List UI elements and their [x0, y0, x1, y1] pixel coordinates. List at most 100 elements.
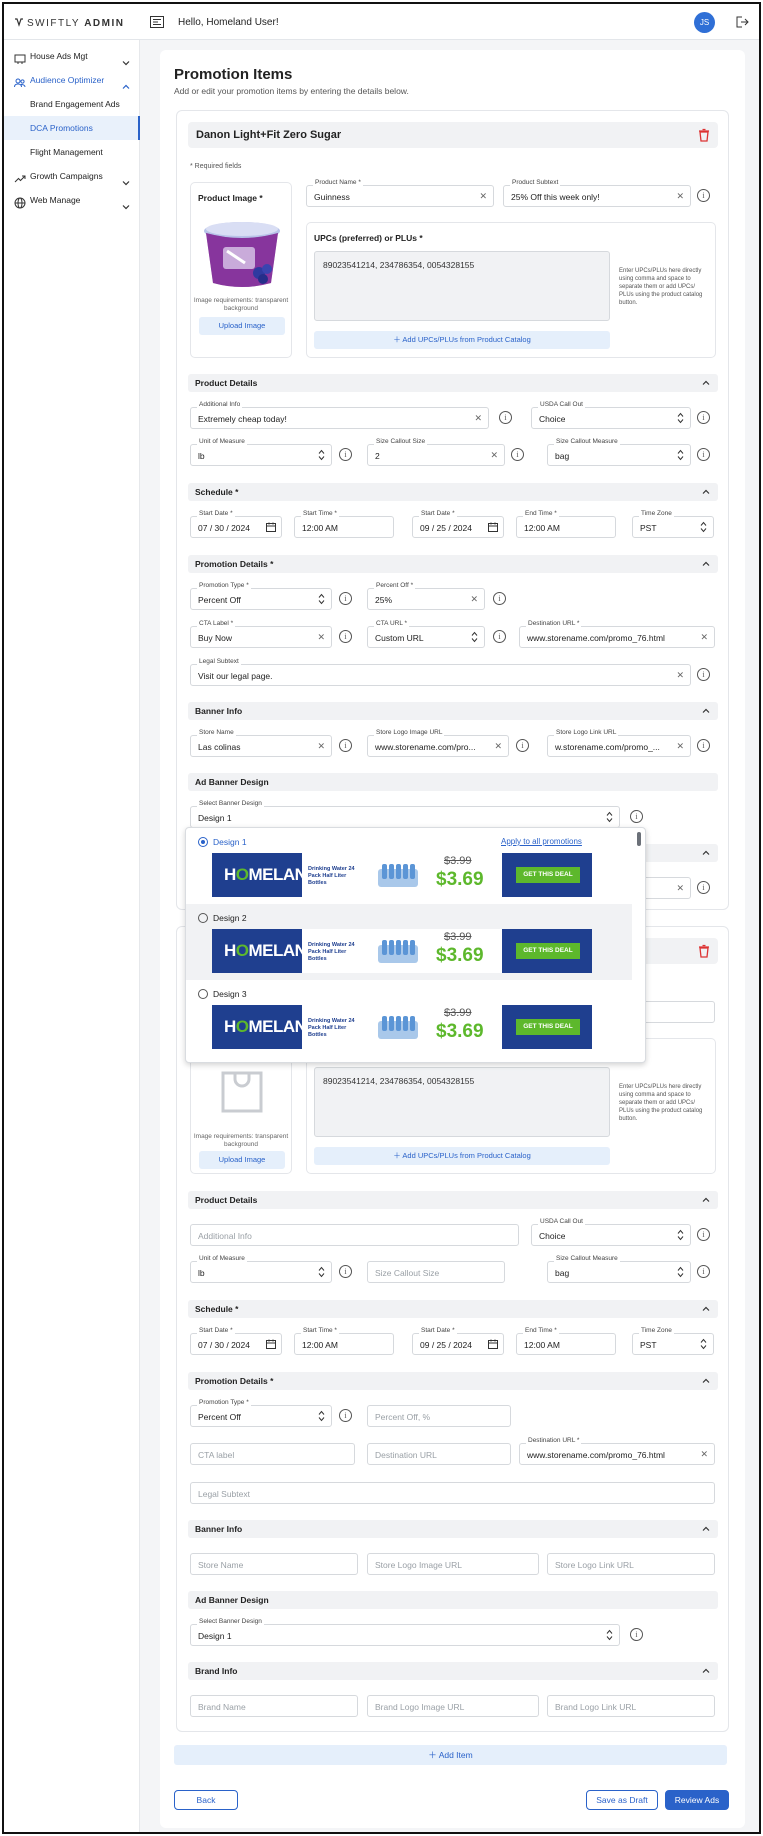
info-icon[interactable]: i [339, 448, 352, 461]
logout-icon[interactable] [736, 16, 749, 28]
select-banner-design[interactable]: Select Banner Design Design 1 [190, 800, 620, 828]
design-option-1[interactable]: Design 1 Apply to all promotions HOMELAN… [186, 828, 632, 904]
legal-subtext-field-2[interactable]: Legal Subtext [190, 1482, 715, 1504]
upcs-textarea-2[interactable]: 89023541214, 234786354, 0054328155 [314, 1067, 610, 1137]
calendar-icon[interactable] [266, 522, 276, 532]
calendar-icon[interactable] [488, 1339, 498, 1349]
sidebar-item-web-manage[interactable]: Web Manage [4, 188, 140, 212]
clear-icon[interactable]: ✕ [479, 191, 487, 202]
clear-icon[interactable]: ✕ [676, 883, 684, 894]
save-draft-button[interactable]: Save as Draft [586, 1790, 658, 1810]
info-icon[interactable]: i [339, 1409, 352, 1422]
info-icon[interactable]: i [697, 1265, 710, 1278]
clear-icon[interactable]: ✕ [700, 632, 708, 643]
time-zone-select-2[interactable]: Time Zone PST [632, 1327, 714, 1355]
clear-icon[interactable]: ✕ [474, 413, 482, 424]
end-date-field[interactable]: Start Date * 09 / 25 / 2024 [412, 510, 504, 538]
product-details-header[interactable]: Product Details [188, 374, 718, 392]
calendar-icon[interactable] [266, 1339, 276, 1349]
store-logo-link-field[interactable]: Store Logo Link URL w.storename.com/prom… [547, 729, 691, 757]
sidebar-subitem-dca-promotions[interactable]: DCA Promotions [4, 116, 140, 140]
cta-label-field[interactable]: CTA Label * Buy Now ✕ [190, 620, 332, 648]
info-icon[interactable]: i [339, 739, 352, 752]
usda-callout-select[interactable]: USDA Call Out Choice [531, 401, 691, 429]
clear-icon[interactable]: ✕ [676, 670, 684, 681]
info-icon[interactable]: i [630, 1628, 643, 1641]
additional-info-field[interactable]: Additional Info Extremely cheap today! ✕ [190, 401, 489, 429]
trash-icon[interactable] [698, 944, 710, 958]
unit-of-measure-select[interactable]: Unit of Measure lb [190, 438, 332, 466]
destination-url-field[interactable]: Destination URL * www.storename.com/prom… [519, 620, 715, 648]
info-icon[interactable]: i [697, 189, 710, 202]
sidebar-item-audience-optimizer[interactable]: Audience Optimizer [4, 68, 140, 92]
cta-label-field-2[interactable]: CTA label [190, 1443, 355, 1465]
brand-logo-url-field-2[interactable]: Brand Logo Image URL [367, 1695, 539, 1717]
info-icon[interactable]: i [493, 592, 506, 605]
radio-unselected[interactable] [198, 913, 208, 923]
avatar[interactable]: JS [694, 12, 715, 33]
percent-off-field[interactable]: Percent Off * 25% ✕ [367, 582, 485, 610]
store-logo-url-field[interactable]: Store Logo Image URL www.storename.com/p… [367, 729, 509, 757]
product-subtext-field[interactable]: Product Subtext 25% Off this week only! … [503, 179, 691, 207]
radio-unselected[interactable] [198, 989, 208, 999]
clear-icon[interactable]: ✕ [700, 1449, 708, 1460]
sidebar-item-house-ads[interactable]: House Ads Mgt [4, 44, 140, 68]
info-icon[interactable]: i [499, 411, 512, 424]
info-icon[interactable]: i [697, 448, 710, 461]
info-icon[interactable]: i [339, 630, 352, 643]
clear-icon[interactable]: ✕ [317, 741, 325, 752]
start-time-field-2[interactable]: Start Time * 12:00 AM [294, 1327, 394, 1355]
add-upcs-button[interactable]: ＋ Add UPCs/PLUs from Product Catalog [314, 331, 610, 349]
info-icon[interactable]: i [697, 739, 710, 752]
cta-url-select[interactable]: CTA URL * Custom URL [367, 620, 485, 648]
size-callout-measure-select[interactable]: Size Callout Measure bag [547, 438, 691, 466]
upcs-textarea[interactable]: 89023541214, 234786354, 0054328155 [314, 251, 610, 321]
additional-info-field-2[interactable]: Additional Info [190, 1224, 519, 1246]
clear-icon[interactable]: ✕ [490, 450, 498, 461]
store-logo-url-field-2[interactable]: Store Logo Image URL [367, 1553, 539, 1575]
info-icon[interactable]: i [697, 411, 710, 424]
promotion-type-select-2[interactable]: Promotion Type * Percent Off [190, 1399, 332, 1427]
design-option-3[interactable]: Design 3 HOMELAND Drinking Water 24 Pack… [186, 980, 632, 1056]
brand-logo-link-field-2[interactable]: Brand Logo Link URL [547, 1695, 715, 1717]
clear-icon[interactable]: ✕ [494, 741, 502, 752]
product-details-header-2[interactable]: Product Details [188, 1191, 718, 1209]
brand-logo[interactable]: SWIFTLY ADMIN [14, 17, 124, 29]
usda-callout-select-2[interactable]: USDA Call Out Choice [531, 1218, 691, 1246]
info-icon[interactable]: i [697, 881, 710, 894]
schedule-header[interactable]: Schedule * [188, 483, 718, 501]
brand-info-header-2[interactable]: Brand Info [188, 1662, 718, 1680]
select-banner-design-2[interactable]: Select Banner Design Design 1 [190, 1618, 620, 1646]
sidebar-item-growth-campaigns[interactable]: Growth Campaigns [4, 164, 140, 188]
store-name-field-2[interactable]: Store Name [190, 1553, 358, 1575]
schedule-header-2[interactable]: Schedule * [188, 1300, 718, 1318]
clear-icon[interactable]: ✕ [317, 632, 325, 643]
upload-image-button-2[interactable]: Upload Image [199, 1151, 285, 1169]
size-callout-size-field-2[interactable]: Size Callout Size [367, 1261, 505, 1283]
promotion-details-header-2[interactable]: Promotion Details * [188, 1372, 718, 1390]
size-callout-size-field[interactable]: Size Callout Size 2 ✕ [367, 438, 505, 466]
end-date-field-2[interactable]: Start Date * 09 / 25 / 2024 [412, 1327, 504, 1355]
radio-selected[interactable] [198, 837, 208, 847]
sidebar-subitem-brand-engagement[interactable]: Brand Engagement Ads [4, 92, 140, 116]
calendar-icon[interactable] [488, 522, 498, 532]
destination-url-field-2[interactable]: Destination URL * www.storename.com/prom… [519, 1437, 715, 1465]
start-time-field[interactable]: Start Time * 12:00 AM [294, 510, 394, 538]
store-logo-link-field-2[interactable]: Store Logo Link URL [547, 1553, 715, 1575]
percent-off-field-2[interactable]: Percent Off, % [367, 1405, 511, 1427]
banner-info-header-2[interactable]: Banner Info [188, 1520, 718, 1538]
info-icon[interactable]: i [697, 668, 710, 681]
info-icon[interactable]: i [630, 810, 643, 823]
review-ads-button[interactable]: Review Ads [665, 1790, 729, 1810]
trash-icon[interactable] [698, 128, 710, 142]
promotion-details-header[interactable]: Promotion Details * [188, 555, 718, 573]
info-icon[interactable]: i [516, 739, 529, 752]
store-name-field[interactable]: Store Name Las colinas ✕ [190, 729, 332, 757]
product-name-field[interactable]: Product Name * Guinness ✕ [306, 179, 494, 207]
apply-to-all-link[interactable]: Apply to all promotions [501, 837, 582, 846]
dropdown-scrollbar[interactable] [637, 832, 641, 846]
clear-icon[interactable]: ✕ [676, 741, 684, 752]
add-upcs-button-2[interactable]: ＋ Add UPCs/PLUs from Product Catalog [314, 1147, 610, 1165]
clear-icon[interactable]: ✕ [676, 191, 684, 202]
info-icon[interactable]: i [697, 1228, 710, 1241]
